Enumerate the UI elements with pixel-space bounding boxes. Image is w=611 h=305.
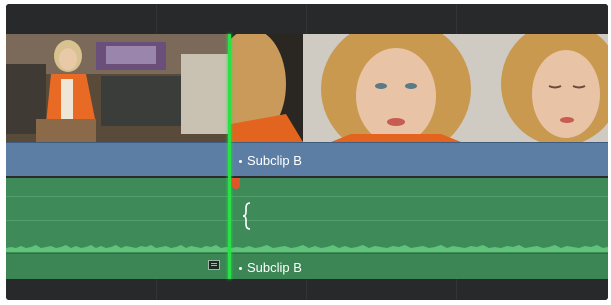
timeline-panel: Subclip B Subclip B [6, 4, 608, 300]
empty-track-lane-bottom[interactable] [6, 279, 608, 300]
audio-label-bar [6, 253, 231, 279]
audio-clip-b[interactable]: Subclip B [231, 178, 608, 279]
video-clip-a[interactable] [6, 34, 232, 176]
audio-channel-line [231, 196, 608, 197]
curly-brace-icon [242, 202, 251, 230]
edit-marker-icon[interactable] [232, 178, 240, 189]
audio-label-bar: Subclip B [231, 253, 608, 279]
audio-track: Subclip B [6, 178, 608, 279]
clip-label-bar [6, 142, 231, 176]
audio-channel-line [6, 220, 231, 221]
audio-waveform [231, 245, 608, 252]
audio-channel-line [6, 196, 231, 197]
video-track: Subclip B [6, 34, 608, 176]
clip-thumbnail [6, 34, 231, 142]
video-clip-label: Subclip B [239, 153, 302, 168]
video-clip-b[interactable]: Subclip B [231, 34, 608, 176]
edit-point-playhead[interactable] [228, 34, 231, 279]
audio-waveform [6, 245, 231, 252]
woman-closeup-thumbnail [231, 34, 608, 142]
woman-orange-jacket-thumbnail [6, 34, 231, 142]
clip-thumbnail [231, 34, 608, 142]
empty-track-lane-top[interactable] [6, 4, 608, 34]
clip-label-bar: Subclip B [231, 142, 608, 176]
audio-channel-line [231, 220, 608, 221]
audio-clip-label: Subclip B [239, 260, 302, 275]
clip-attributes-icon[interactable] [208, 260, 220, 270]
audio-clip-a[interactable] [6, 178, 232, 279]
